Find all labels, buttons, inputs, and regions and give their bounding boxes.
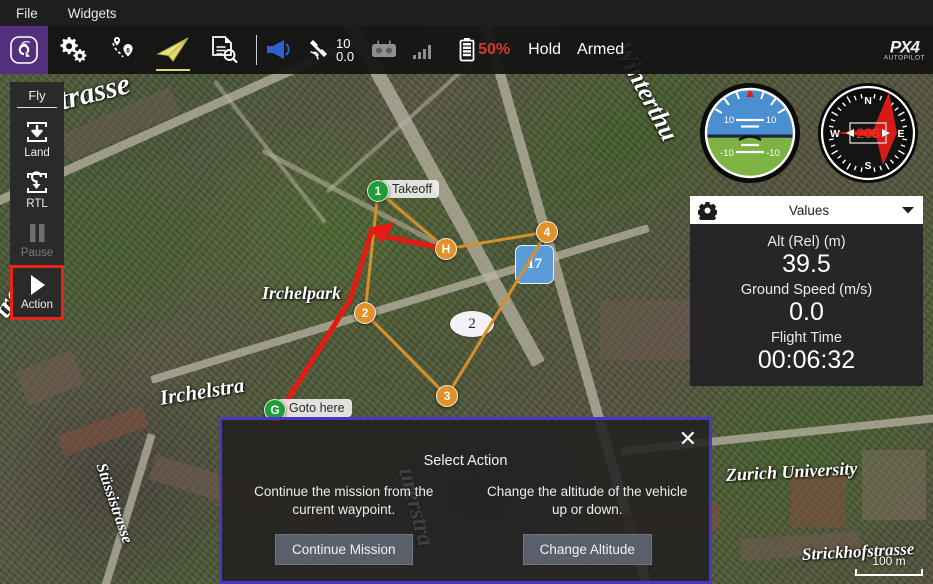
paper-plane-icon: [156, 37, 189, 62]
toolbar-battery-indicator[interactable]: 50%: [458, 37, 524, 63]
toolbar-gps-indicator[interactable]: 10 0.0: [307, 35, 355, 64]
values-panel: Values Alt (Rel) (m) 39.5 Ground Speed (m/…: [690, 196, 923, 386]
compass-north-label: N: [864, 95, 872, 107]
dialog-option-change-altitude: Change the altitude of the vehicle up or…: [466, 483, 710, 565]
gears-icon: [60, 37, 87, 63]
chevron-down-icon[interactable]: [901, 205, 915, 215]
continue-mission-button[interactable]: Continue Mission: [274, 534, 413, 565]
menu-item-file[interactable]: File: [10, 4, 44, 23]
gear-icon[interactable]: [698, 201, 717, 220]
compass-indicator-svg: N S E W 206: [818, 83, 918, 183]
qgroundcontrol-logo-button[interactable]: [0, 26, 48, 74]
waypoint-marker[interactable]: H: [435, 238, 457, 260]
action-button-label: Action: [21, 299, 53, 311]
toolbar-button-plan[interactable]: 8: [98, 26, 148, 74]
dialog-title: Select Action: [423, 453, 508, 469]
flight-mode-indicator[interactable]: Hold: [528, 41, 561, 59]
change-altitude-description: Change the altitude of the vehicle up or…: [487, 484, 688, 517]
values-panel-title: Values: [788, 202, 830, 218]
compass-south-label: S: [864, 160, 871, 172]
armed-state-indicator[interactable]: Armed: [577, 41, 624, 59]
menu-bar: File Widgets: [0, 0, 933, 26]
px4-brand-logo: PX4 AUTOPILOT: [884, 38, 925, 62]
continue-mission-description: Continue the mission from the current wa…: [254, 484, 434, 517]
value-row-value: 00:06:32: [757, 346, 856, 374]
attitude-indicator[interactable]: 10 10 -10 -10: [695, 80, 805, 186]
value-row-value: 0.0: [789, 298, 824, 326]
toolbar-telemetry-indicator[interactable]: [412, 40, 436, 60]
document-search-icon: [212, 36, 238, 64]
toolbar-button-analyze[interactable]: [198, 26, 248, 74]
svg-text:-10: -10: [766, 148, 780, 159]
value-row-value: 39.5: [782, 250, 831, 278]
land-button-label: Land: [24, 147, 50, 159]
select-action-dialog: ✕ Select Action Continue the mission fro…: [219, 417, 712, 584]
value-row-label: Ground Speed (m/s): [740, 282, 873, 298]
svg-text:-10: -10: [720, 148, 734, 159]
toolbar-messages-indicator[interactable]: [263, 37, 295, 63]
land-button[interactable]: Land: [10, 114, 64, 165]
fly-strip-header: Fly: [28, 88, 46, 103]
gps-hdop-value: 0.0: [336, 49, 355, 64]
map-scale-bar: 100 m: [855, 554, 923, 576]
signal-bars-icon: [413, 45, 432, 59]
attitude-indicator-svg: 10 10 -10 -10: [700, 83, 800, 183]
rtl-button[interactable]: RTL: [10, 165, 64, 216]
waypoint-label: Goto here: [277, 399, 352, 417]
value-row-label: Alt (Rel) (m): [767, 234, 846, 250]
toolbar-button-fly[interactable]: [148, 26, 198, 74]
svg-text:10: 10: [724, 115, 735, 126]
satellite-icon: [310, 40, 327, 60]
gps-satellite-count: 10: [336, 35, 351, 51]
pause-button[interactable]: Pause: [10, 216, 64, 265]
fly-strip-divider: [17, 107, 57, 108]
pause-icon: [30, 224, 45, 242]
value-row-label: Flight Time: [771, 330, 842, 346]
values-panel-header[interactable]: Values: [690, 196, 923, 224]
dialog-option-continue-mission: Continue the mission from the current wa…: [222, 483, 466, 565]
px4-brand-name: PX4: [889, 37, 920, 57]
compass-west-label: W: [830, 128, 840, 140]
gps-readouts: 10 0.0: [336, 35, 355, 64]
play-icon: [31, 275, 45, 295]
rc-transmitter-icon: [372, 40, 397, 57]
qgroundcontrol-window: trasseWinterthuIrchelparkIrchelstratrass…: [0, 0, 933, 584]
land-arrow-icon: [27, 122, 47, 142]
battery-percentage: 50%: [478, 41, 511, 58]
compass-indicator[interactable]: N S E W 206: [813, 80, 923, 186]
rtl-arrow-icon: [27, 171, 47, 193]
dialog-options: Continue the mission from the current wa…: [222, 483, 709, 565]
instrument-panel: 10 10 -10 -10 N S E W 206: [695, 80, 923, 186]
waypoint-marker[interactable]: 1: [367, 180, 389, 202]
close-icon[interactable]: ✕: [679, 428, 697, 450]
map-scale-label: 100 m: [872, 554, 906, 568]
values-panel-body: Alt (Rel) (m) 39.5 Ground Speed (m/s) 0.0 Fl…: [690, 224, 923, 386]
waypoint-marker[interactable]: 3: [436, 385, 458, 407]
route-pins-icon: 8: [112, 37, 133, 58]
megaphone-icon: [267, 40, 290, 59]
pause-button-label: Pause: [20, 247, 54, 259]
toolbar-divider: [256, 35, 257, 65]
svg-text:8: 8: [126, 47, 130, 54]
waypoint-marker[interactable]: 4: [536, 221, 558, 243]
compass-heading-value: 206: [856, 125, 880, 141]
px4-brand-subtitle: AUTOPILOT: [883, 54, 925, 62]
change-altitude-button[interactable]: Change Altitude: [522, 534, 652, 565]
action-button[interactable]: Action: [10, 265, 64, 320]
qgroundcontrol-logo-icon: [10, 36, 38, 64]
rtl-button-label: RTL: [26, 198, 48, 210]
main-toolbar: 8 10 0.0 50% Hold Armed PX4 AUTOPILOT: [0, 26, 933, 74]
map-scale-rule: [855, 569, 923, 576]
menu-item-widgets[interactable]: Widgets: [62, 4, 123, 23]
toolbar-status-group: 10 0.0 50% Hold Armed: [263, 26, 640, 74]
toolbar-button-settings[interactable]: [48, 26, 98, 74]
battery-icon: [459, 38, 475, 62]
toolbar-rc-indicator[interactable]: [370, 39, 398, 61]
fly-tool-strip: Fly Land RTL Pause Action: [10, 82, 64, 320]
vehicle-track-line: [268, 222, 447, 424]
waypoint-marker[interactable]: 2: [354, 302, 376, 324]
compass-east-label: E: [897, 128, 904, 140]
svg-text:10: 10: [766, 115, 777, 126]
mission-path-lines: [363, 189, 549, 398]
